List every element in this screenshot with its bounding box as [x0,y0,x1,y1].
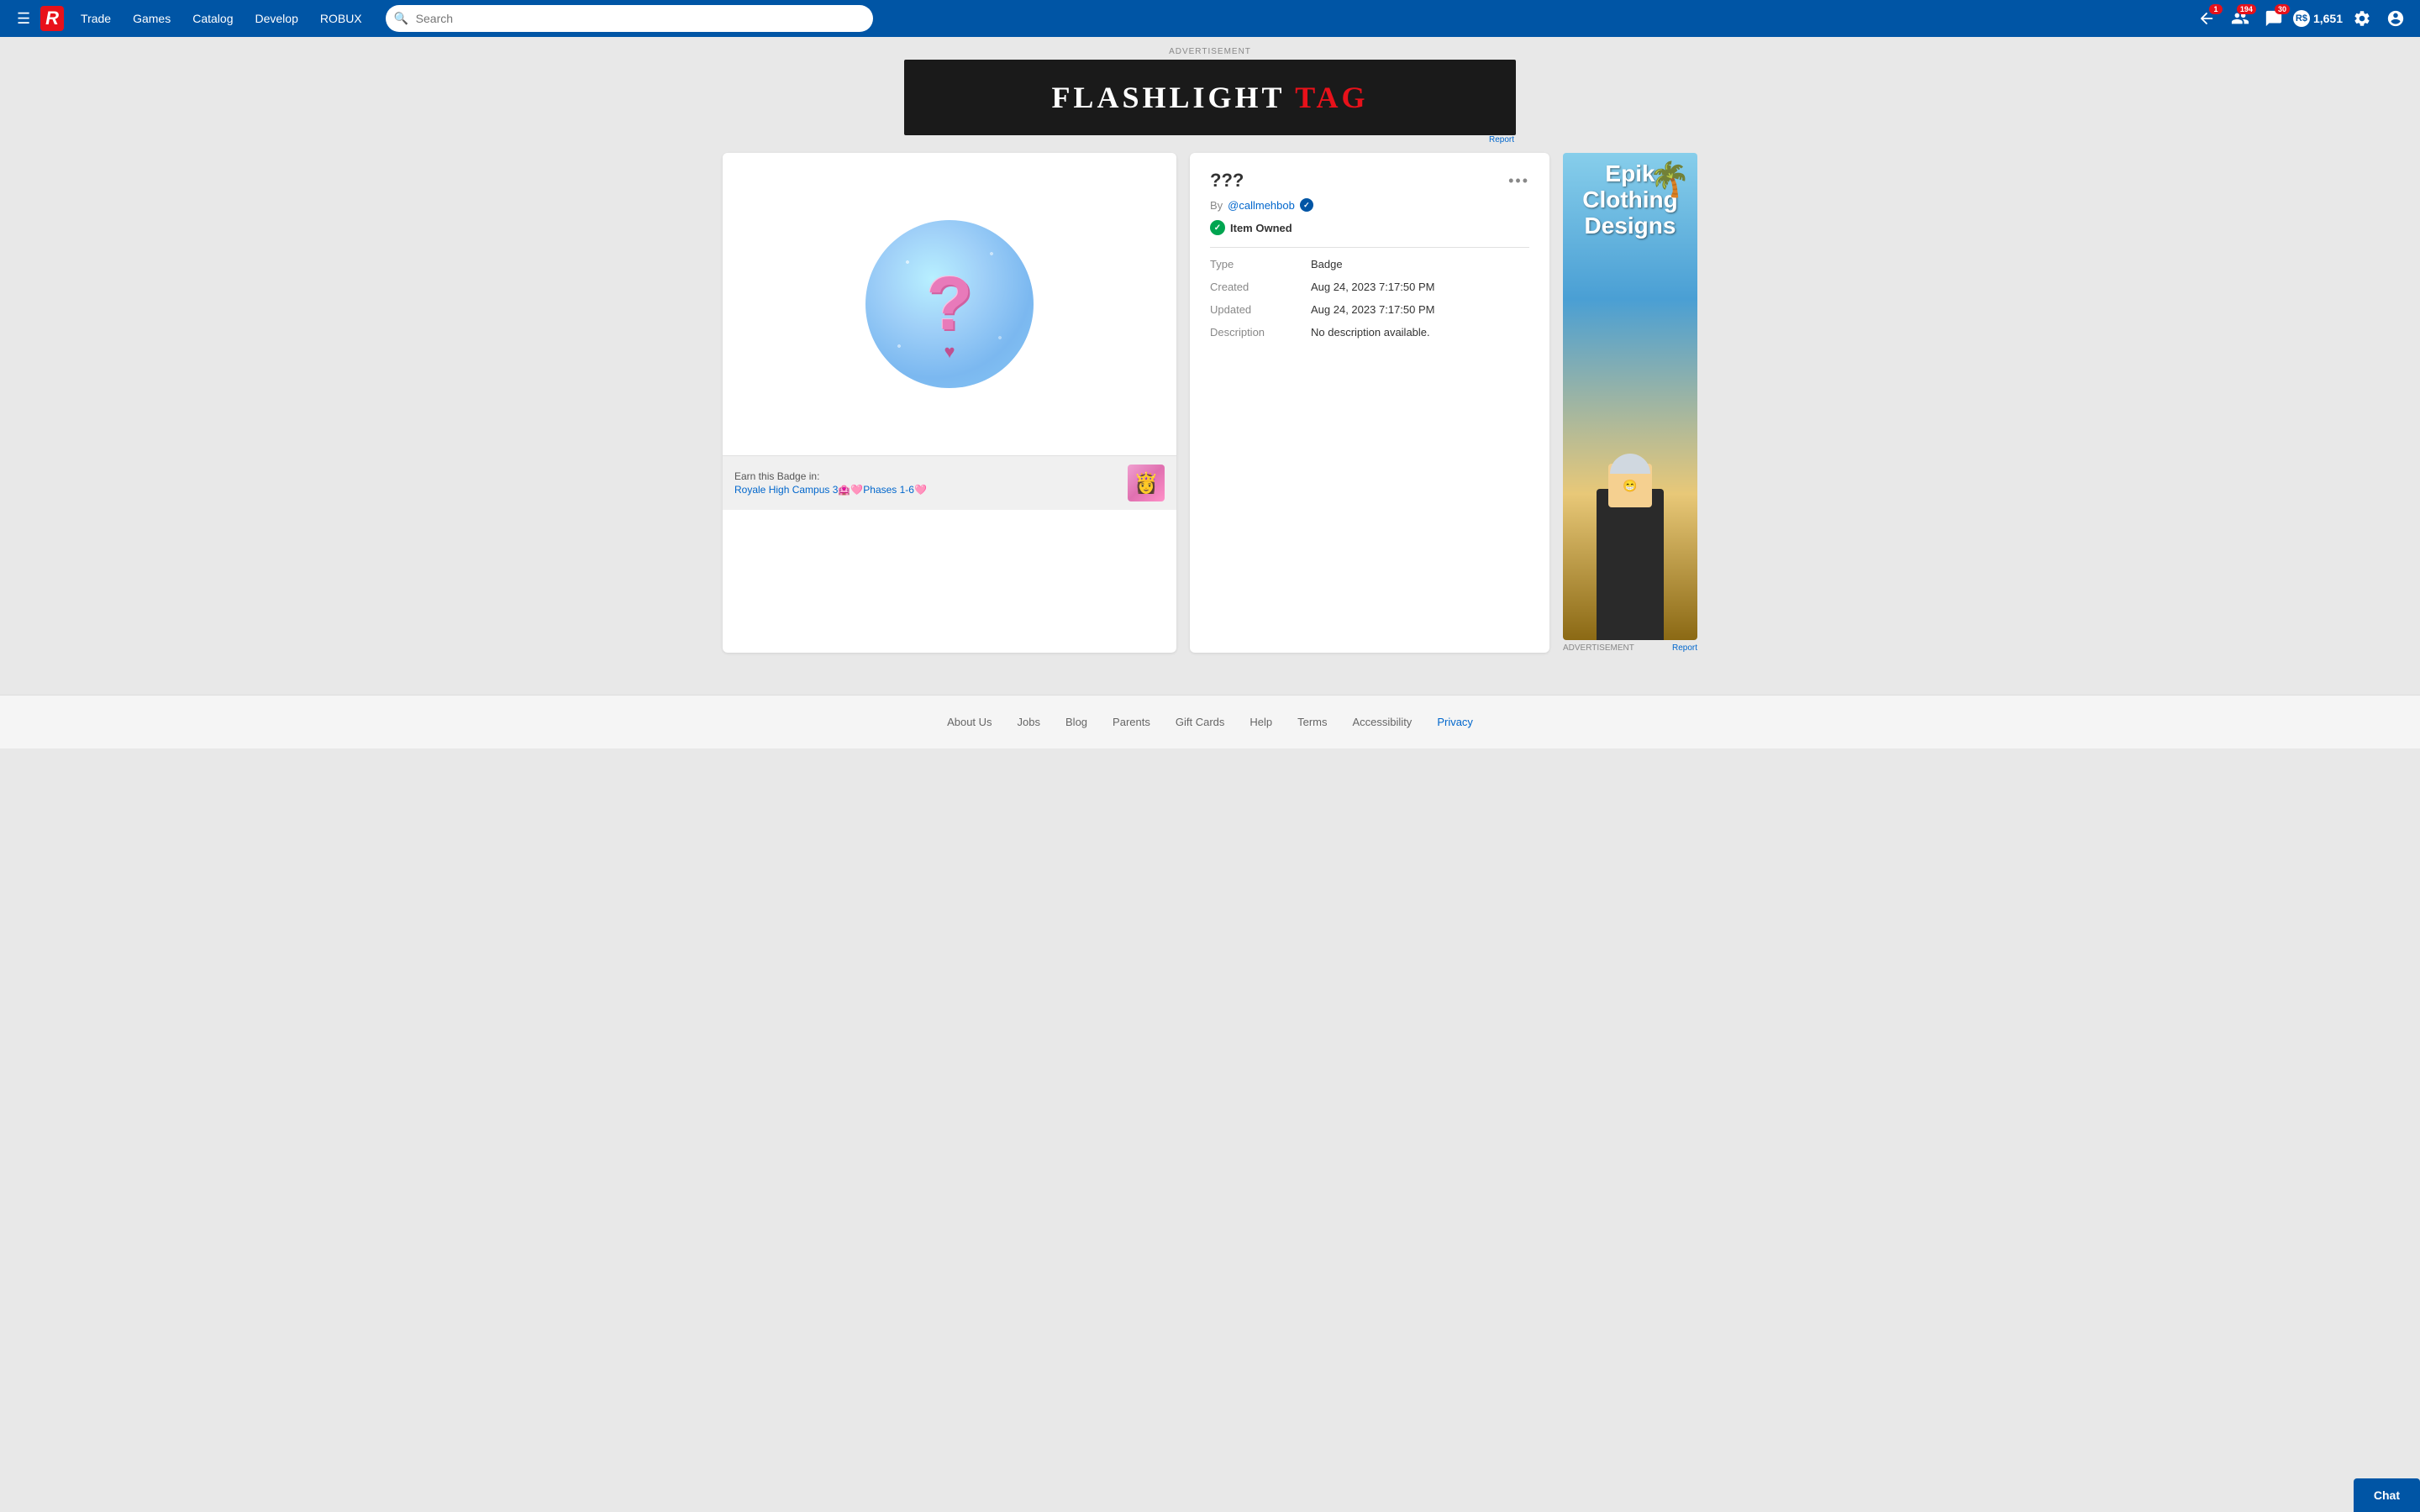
robux-display[interactable]: R$ 1,651 [2293,10,2343,27]
footer-links: About Us Jobs Blog Parents Gift Cards He… [17,716,2403,728]
badge-heart-icon: ♥ [944,341,955,363]
nav-link-catalog[interactable]: Catalog [182,7,243,30]
footer-link-help[interactable]: Help [1249,716,1272,728]
search-container: 🔍 [386,5,873,32]
notification-badge-1: 1 [2209,4,2223,14]
badge-info-panel: ??? ••• By @callmehbob ✓ ✓ Item Owned Ty… [1190,153,1549,653]
top-ad-label: ADVERTISEMENT [904,47,1516,56]
footer-link-blog[interactable]: Blog [1065,716,1087,728]
sidebar-ad-label: ADVERTISEMENT [1563,643,1634,653]
character-face: 😁 [1623,479,1637,493]
owned-check-icon: ✓ [1210,220,1225,235]
roblox-logo[interactable]: R [40,6,64,31]
navbar: ☰ R Trade Games Catalog Develop ROBUX 🔍 … [0,0,2420,37]
type-label: Type [1210,258,1294,270]
badge-title: ??? [1210,170,1244,192]
badge-type-row: Type Badge [1210,258,1529,270]
top-ad-banner[interactable]: FLASHLIGHT TAG [904,60,1516,135]
badge-creator-row: By @callmehbob ✓ [1210,198,1529,212]
palm-icon: 🌴 [1649,160,1691,199]
user-profile-btn[interactable] [2381,6,2410,31]
more-options-button[interactable]: ••• [1508,172,1529,190]
description-value: No description available. [1311,326,1430,339]
nav-link-develop[interactable]: Develop [245,7,308,30]
footer: About Us Jobs Blog Parents Gift Cards He… [0,695,2420,748]
badge-image-area: ? ♥ [723,153,1176,455]
updated-value: Aug 24, 2023 7:17:50 PM [1311,303,1434,316]
badge-created-row: Created Aug 24, 2023 7:17:50 PM [1210,281,1529,293]
sidebar-ad-character: 😁 [1563,489,1697,640]
footer-link-accessibility[interactable]: Accessibility [1353,716,1413,728]
badge-description-row: Description No description available. [1210,326,1529,339]
footer-link-jobs[interactable]: Jobs [1018,716,1040,728]
character-body: 😁 [1597,489,1664,640]
owned-row: ✓ Item Owned [1210,220,1529,235]
top-ad-container: ADVERTISEMENT FLASHLIGHT TAG Report [0,37,2420,144]
verified-badge-icon: ✓ [1300,198,1313,212]
robux-amount: 1,651 [2313,12,2343,25]
earn-badge-link[interactable]: Royale High Campus 3🏩🩷Phases 1-6🩷 [734,484,927,496]
sidebar-ad-image[interactable]: 🌴 Epik Clothing Designs 😁 [1563,153,1697,640]
description-label: Description [1210,326,1294,339]
robux-icon: R$ [2293,10,2310,27]
search-input[interactable] [386,5,873,32]
badge-image: ? ♥ [865,220,1034,388]
badge-card: ? ♥ Earn this Badge in: Royale High Camp… [723,153,1176,653]
main-content: ? ♥ Earn this Badge in: Royale High Camp… [706,144,1714,661]
badge-creator-link[interactable]: @callmehbob [1228,199,1295,212]
badge-question-mark: ? [927,261,973,348]
updated-label: Updated [1210,303,1294,316]
divider-1 [1210,247,1529,248]
search-icon: 🔍 [394,12,408,26]
ad-banner-text: FLASHLIGHT TAG [1051,80,1368,115]
type-value: Badge [1311,258,1343,270]
nav-right: 1 194 30 R$ 1,651 [2192,6,2410,31]
footer-link-privacy[interactable]: Privacy [1437,716,1473,728]
character-helmet [1610,454,1650,474]
sidebar-ad-bottom: ADVERTISEMENT Report [1563,643,1697,653]
earn-badge-footer: Earn this Badge in: Royale High Campus 3… [723,455,1176,510]
badge-creator-label: By [1210,199,1223,212]
friends-badge: 194 [2237,4,2256,14]
owned-label: Item Owned [1230,222,1292,234]
hamburger-icon[interactable]: ☰ [10,7,37,31]
footer-link-about-us[interactable]: About Us [947,716,992,728]
messages-btn[interactable]: 30 [2260,6,2288,31]
sidebar-ad-report[interactable]: Report [1672,643,1697,653]
badge-title-row: ??? ••• [1210,170,1529,192]
ad-report-row: Report [904,135,1516,144]
messages-badge: 30 [2275,4,2290,14]
notifications-btn-1[interactable]: 1 [2192,6,2221,31]
sidebar-ad: 🌴 Epik Clothing Designs 😁 ADVERTISEMENT … [1563,153,1697,653]
top-ad-report[interactable]: Report [1489,135,1514,144]
nav-link-games[interactable]: Games [123,7,181,30]
chat-button[interactable]: Chat [2354,1478,2420,1512]
created-value: Aug 24, 2023 7:17:50 PM [1311,281,1434,293]
nav-links: Trade Games Catalog Develop ROBUX [71,7,372,30]
footer-link-parents[interactable]: Parents [1113,716,1150,728]
friends-btn[interactable]: 194 [2226,6,2254,31]
earn-badge-info: Earn this Badge in: Royale High Campus 3… [734,470,927,496]
footer-link-gift-cards[interactable]: Gift Cards [1176,716,1225,728]
earn-badge-text: Earn this Badge in: [734,470,927,482]
badge-updated-row: Updated Aug 24, 2023 7:17:50 PM [1210,303,1529,316]
footer-link-terms[interactable]: Terms [1297,716,1327,728]
settings-btn[interactable] [2348,6,2376,31]
earn-badge-thumbnail[interactable]: 👸 [1128,465,1165,501]
created-label: Created [1210,281,1294,293]
character-head: 😁 [1608,464,1652,507]
earn-badge-thumbnail-image: 👸 [1134,471,1159,496]
nav-link-robux[interactable]: ROBUX [310,7,372,30]
nav-link-trade[interactable]: Trade [71,7,121,30]
